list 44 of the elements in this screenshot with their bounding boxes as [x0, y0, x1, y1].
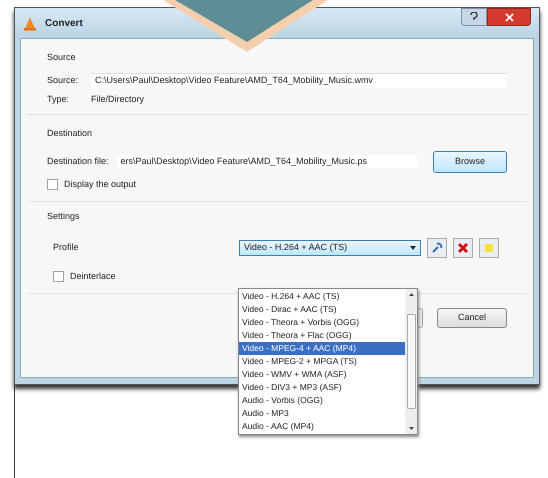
type-value: File/Directory	[91, 92, 144, 106]
profile-option[interactable]: Audio - AAC (MP4)	[239, 420, 405, 433]
window-title: Convert	[45, 16, 83, 30]
section-heading: Settings	[47, 210, 81, 223]
field-label: Type:	[47, 92, 70, 106]
profile-option[interactable]: Audio - MP3	[239, 407, 405, 420]
wrench-icon	[431, 242, 443, 254]
help-icon	[470, 12, 478, 22]
section-heading: Destination	[47, 127, 94, 140]
checkbox[interactable]	[47, 178, 58, 190]
cancel-button[interactable]: Cancel	[437, 308, 507, 328]
profile-option[interactable]: Video - Theora + Flac (OGG)	[239, 329, 405, 342]
profile-option[interactable]: Video - MPEG-2 + MPGA (TS)	[239, 355, 405, 368]
checkbox[interactable]	[53, 270, 64, 282]
new-profile-button[interactable]	[479, 238, 499, 258]
profile-option[interactable]: Video - H.264 + AAC (TS)	[239, 290, 405, 303]
profile-option[interactable]: Video - Theora + Vorbis (OGG)	[239, 316, 405, 329]
profile-dropdown[interactable]: Video - H.264 + AAC (TS)	[239, 240, 421, 256]
traffic-cone-icon	[23, 16, 37, 30]
field-label: Source:	[47, 74, 80, 87]
field-label: Destination file:	[47, 154, 109, 168]
scrollbar[interactable]	[405, 289, 417, 434]
edit-profile-button[interactable]	[427, 238, 447, 258]
scroll-down-icon	[408, 427, 414, 430]
profile-option[interactable]: Video - MPEG-4 + AAC (MP4)	[239, 342, 405, 355]
scroll-up-icon	[408, 293, 414, 296]
caret-icon	[410, 246, 416, 250]
profile-option[interactable]: Video - WMV + WMA (ASF)	[239, 368, 405, 381]
checkbox-label: Deinterlace	[70, 270, 116, 282]
profile-option[interactable]: Video - DIV3 + MP3 (ASF)	[239, 381, 405, 394]
help-button[interactable]	[461, 8, 487, 26]
field-label: Profile	[53, 240, 80, 254]
section-heading: Source	[47, 51, 77, 64]
close-icon	[504, 12, 514, 22]
profile-option[interactable]: Video - Dirac + AAC (TS)	[239, 303, 405, 316]
close-button[interactable]	[487, 8, 531, 26]
profile-option[interactable]: Audio - Vorbis (OGG)	[239, 394, 405, 407]
destination-field: ers\Paul\Desktop\Video Feature\AMD_T64_Mobility_Music.ps	[116, 154, 417, 168]
delete-icon	[457, 242, 469, 254]
browse-button[interactable]: Browse	[433, 150, 507, 172]
scroll-thumb[interactable]	[406, 314, 416, 409]
delete-profile-button[interactable]	[453, 238, 473, 258]
checkbox-label: Display the output	[64, 178, 136, 191]
source-field: C:\Users\Paul\Desktop\Video Feature\AMD_T64_Mobility_Music.wmv	[91, 73, 507, 88]
